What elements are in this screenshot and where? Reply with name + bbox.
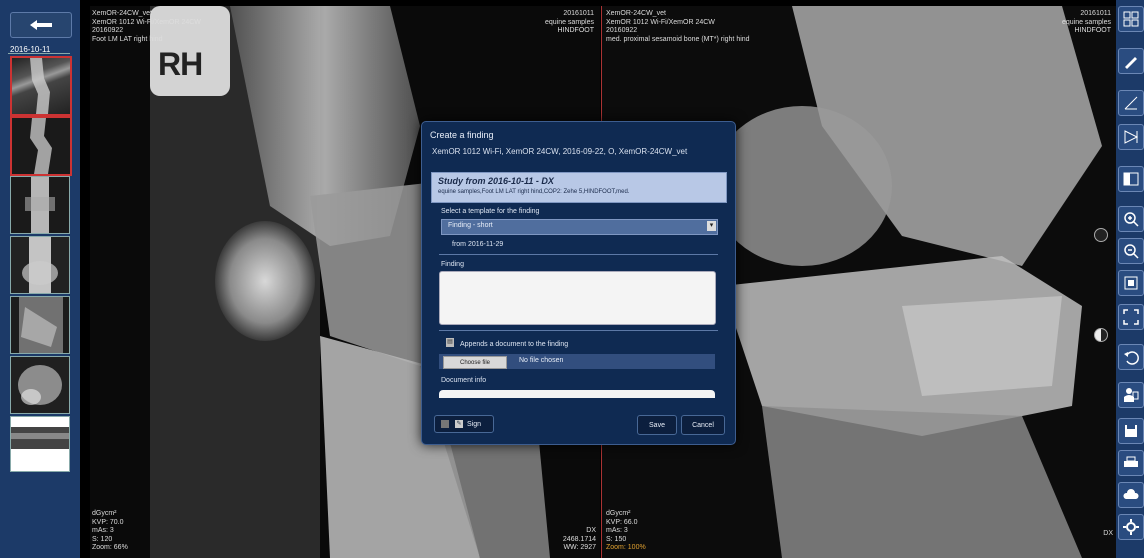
rotate-flip-button[interactable] — [1118, 124, 1144, 150]
print-icon — [1124, 456, 1138, 467]
zoom-in-button[interactable] — [1118, 206, 1144, 232]
back-button[interactable] — [10, 12, 72, 38]
zoom-out-icon — [1124, 244, 1139, 259]
xray-thumbnail — [22, 237, 58, 293]
thumbnail-sidebar: 2016-10-11 — [0, 0, 80, 558]
save-disk-button[interactable] — [1118, 418, 1144, 444]
cancel-button[interactable]: Cancel — [681, 415, 725, 435]
split-view-icon — [1123, 172, 1139, 186]
draw-button[interactable] — [1118, 48, 1144, 74]
choose-file-button[interactable]: Choose file — [443, 356, 507, 369]
template-select-value: Finding - short — [448, 222, 493, 229]
undo-icon — [1124, 351, 1139, 365]
device-info: XemOR 1012 Wi-Fi, XemOR 24CW, 2016-09-22… — [432, 147, 688, 156]
print-button[interactable] — [1118, 450, 1144, 476]
split-view-button[interactable] — [1118, 166, 1144, 192]
settings-button[interactable] — [1118, 514, 1144, 540]
info-bottom-right: DX 2468.1714 WW: 2927 — [562, 527, 596, 551]
finding-button[interactable] — [1118, 382, 1144, 408]
study-title: Study from 2016-10-11 - DX — [438, 176, 554, 186]
sign-checkbox[interactable] — [441, 420, 449, 428]
divider — [439, 330, 718, 331]
tool-panel — [1116, 0, 1144, 558]
xray-thumbnail — [18, 365, 62, 405]
rotate-flip-icon — [1124, 130, 1139, 144]
logo: RH — [158, 46, 203, 82]
info-top-right: 20161011 equine samples HINDFOOT — [1061, 10, 1111, 34]
template-label: Select a template for the finding — [441, 208, 540, 215]
fullscreen-icon — [1123, 309, 1139, 325]
save-button[interactable]: Save — [637, 415, 677, 435]
measure-button[interactable] — [1118, 90, 1144, 116]
template-date: from 2016-11-29 — [452, 241, 504, 248]
layout-grid-button[interactable] — [1118, 6, 1144, 32]
document-info-field[interactable] — [439, 390, 715, 398]
xray-thumbnail — [30, 118, 52, 174]
study-header: Study from 2016-10-11 - DX equine sample… — [431, 172, 727, 203]
file-status: No file chosen — [519, 357, 564, 364]
cloud-button[interactable] — [1118, 482, 1144, 508]
info-bottom-left: dGycm² KVP: 66.0 mAs: 3 S: 150 — [606, 510, 638, 543]
sign-label: Sign — [467, 420, 482, 428]
divider — [439, 254, 718, 255]
xray-thumbnail — [19, 297, 63, 353]
thumbnail-4[interactable] — [10, 236, 70, 294]
pen-icon: ✎ — [455, 420, 463, 428]
study-description: equine samples,Foot LM LAT right hind,CO… — [438, 189, 630, 195]
xray-thumbnail — [25, 177, 55, 233]
thumbnail-5[interactable] — [10, 296, 70, 354]
fit-screen-button[interactable] — [1118, 270, 1144, 296]
zoom-out-button[interactable] — [1118, 238, 1144, 264]
draw-icon — [1125, 57, 1137, 69]
create-finding-dialog: Create a finding XemOR 1012 Wi-Fi, XemOR… — [421, 121, 736, 445]
attach-label: Appends a document to the finding — [460, 341, 569, 348]
chevron-down-icon: ▾ — [707, 221, 716, 231]
finding-label: Finding — [441, 261, 464, 268]
thumbnail-6[interactable] — [10, 356, 70, 414]
settings-icon — [1123, 519, 1139, 535]
info-top-left: XemOR-24CW_vet XemOR 1012 Wi-Fi/XemOR 24… — [92, 10, 201, 43]
info-bottom-right: DX — [1103, 530, 1113, 537]
sign-button[interactable]: ✎ Sign — [434, 415, 494, 433]
fit-screen-icon — [1124, 276, 1138, 290]
cloud-icon — [1123, 489, 1139, 499]
info-top-right: 20161011 equine samples HINDFOOT — [544, 10, 594, 34]
xray-thumbnail — [11, 427, 69, 449]
arrow-left-icon — [30, 20, 52, 30]
save-disk-icon — [1125, 425, 1137, 437]
finding-icon — [1124, 388, 1139, 402]
zoom-readout: Zoom: 100% — [606, 544, 646, 551]
thumbnail-1[interactable] — [10, 56, 72, 116]
attachment-icon: ▤ — [446, 338, 454, 347]
xray-thumbnail — [30, 58, 50, 114]
thumbnail-3[interactable] — [10, 176, 70, 234]
contrast-handle[interactable] — [1094, 328, 1108, 342]
layout-grid-icon — [1123, 11, 1139, 27]
thumbnail-2[interactable] — [10, 116, 72, 176]
divider — [8, 53, 70, 54]
info-top-left: XemOR-24CW_vet XemOR 1012 Wi-Fi/XemOR 24… — [606, 10, 750, 43]
zoom-in-icon — [1124, 212, 1139, 227]
dialog-footer: ✎ Sign Save Cancel — [431, 413, 725, 437]
window-level-handle[interactable] — [1094, 228, 1108, 242]
document-info-label: Document info — [441, 377, 487, 384]
finding-textarea[interactable] — [439, 271, 716, 325]
measure-icon — [1124, 96, 1138, 110]
file-input: Choose file No file chosen — [439, 354, 715, 369]
template-select[interactable]: Finding - short ▾ — [441, 219, 718, 235]
undo-button[interactable] — [1118, 344, 1144, 370]
fullscreen-button[interactable] — [1118, 304, 1144, 330]
info-bottom-left: dGycm² KVP: 70.0 mAs: 3 S: 120 Zoom: 66% — [92, 510, 128, 551]
dialog-title: Create a finding — [430, 130, 494, 140]
thumbnail-7[interactable] — [10, 416, 70, 472]
